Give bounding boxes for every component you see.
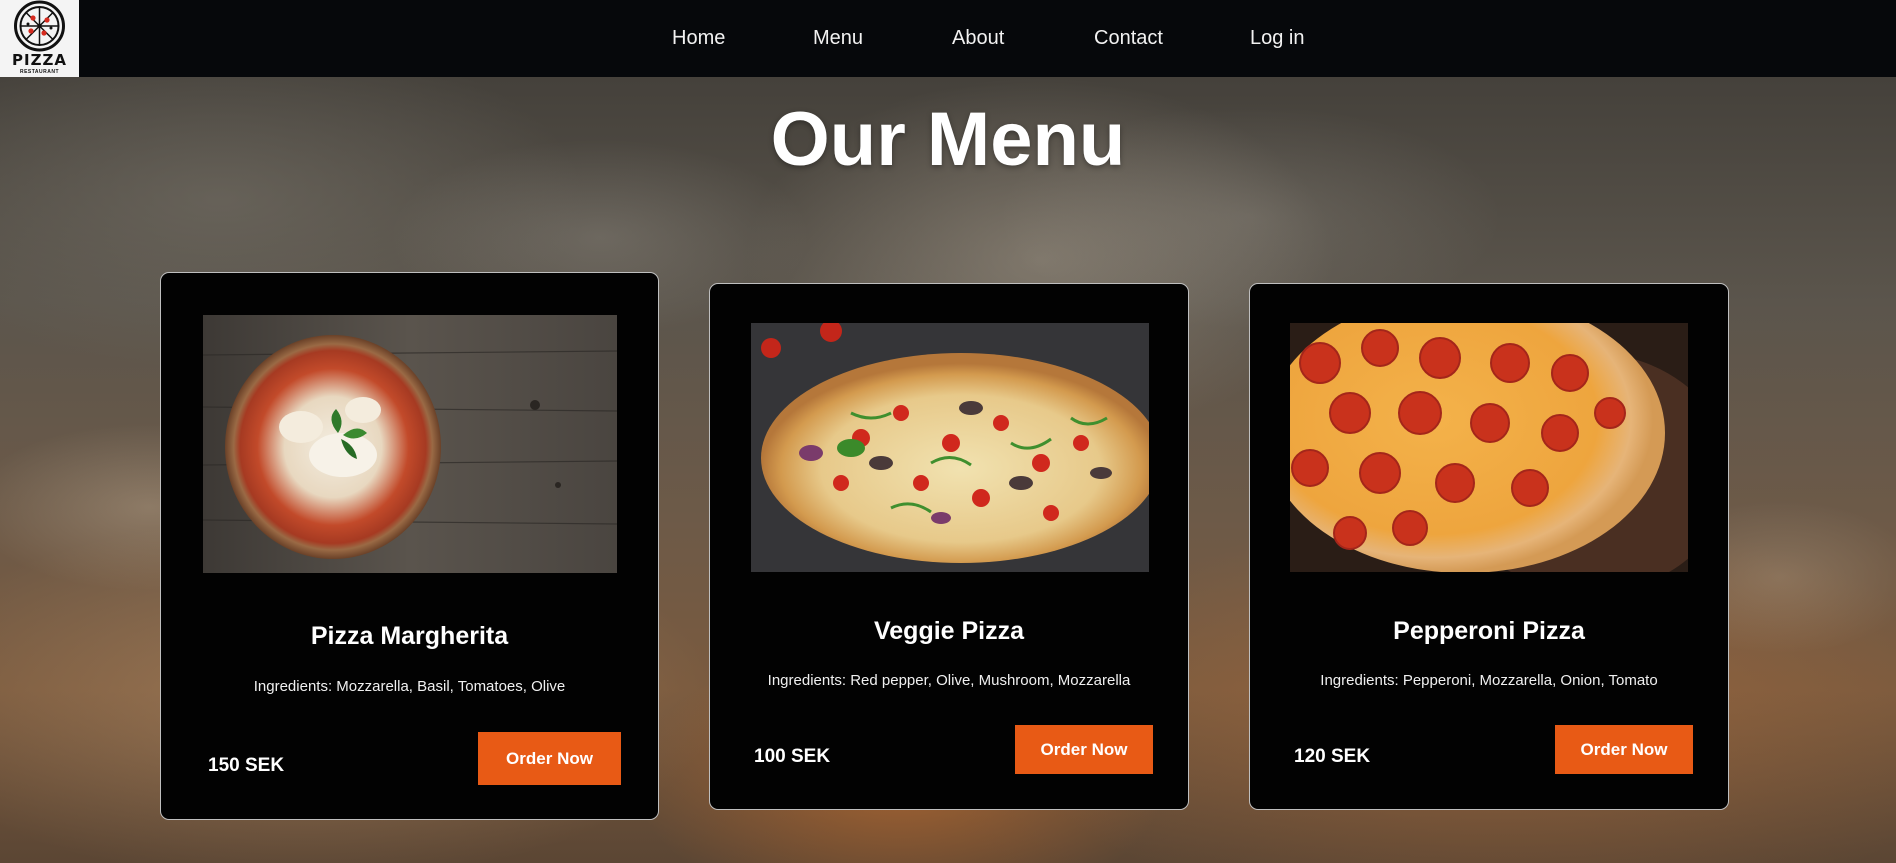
pizza-ingredients: Ingredients: Mozzarella, Basil, Tomatoes…: [253, 678, 566, 695]
logo-text: PIZZA: [12, 51, 67, 69]
pizza-price: 100 SEK: [754, 746, 831, 767]
pizza-name: Pepperoni Pizza: [1393, 617, 1585, 645]
nav-link-home[interactable]: Home: [672, 26, 725, 50]
order-now-button[interactable]: Order Now: [1015, 725, 1153, 774]
order-now-button[interactable]: Order Now: [1555, 725, 1693, 774]
top-navbar: PIZZA RESTAURANT Home Menu About Contact…: [0, 0, 1896, 77]
pepperoni-pizza-image: [1290, 323, 1688, 572]
order-now-button[interactable]: Order Now: [478, 732, 621, 785]
pizza-margherita-image: [203, 315, 617, 573]
pizza-price: 120 SEK: [1294, 746, 1371, 767]
pizza-name: Pizza Margherita: [310, 622, 509, 650]
pizza-ingredients: Ingredients: Pepperoni, Mozzarella, Onio…: [1320, 672, 1658, 689]
pizza-logo-icon: [14, 0, 65, 52]
logo-subtext: RESTAURANT: [19, 69, 60, 75]
pizza-name: Veggie Pizza: [873, 617, 1025, 645]
pizza-logo[interactable]: PIZZA RESTAURANT: [0, 0, 79, 77]
nav-link-contact[interactable]: Contact: [1094, 26, 1163, 50]
page-title: Our Menu: [770, 97, 1126, 182]
menu-card-veggie: Veggie Pizza Ingredients: Red pepper, Ol…: [709, 283, 1189, 810]
menu-card-margherita: Pizza Margherita Ingredients: Mozzarella…: [160, 272, 659, 820]
veggie-pizza-image: [751, 323, 1149, 572]
nav-link-about[interactable]: About: [952, 26, 1004, 50]
pizza-ingredients: Ingredients: Red pepper, Olive, Mushroom…: [767, 672, 1131, 689]
nav-link-login[interactable]: Log in: [1250, 26, 1305, 50]
pizza-price: 150 SEK: [208, 755, 285, 776]
menu-card-pepperoni: Pepperoni Pizza Ingredients: Pepperoni, …: [1249, 283, 1729, 810]
nav-link-menu[interactable]: Menu: [813, 26, 863, 50]
